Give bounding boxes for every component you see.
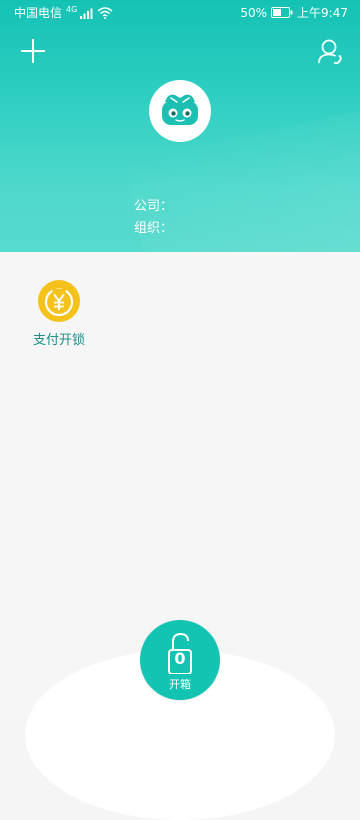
avatar xyxy=(149,80,211,142)
user-settings-icon xyxy=(318,39,342,65)
status-bar: 中国电信 4G 50% 上午9:47 xyxy=(0,0,360,24)
header: 中国电信 4G 50% 上午9:47 公司： 组织： xyxy=(0,0,360,252)
open-box-button[interactable]: 0 开箱 xyxy=(140,620,220,700)
battery-icon xyxy=(271,7,293,18)
account-info: 公司： 组织： xyxy=(134,196,173,240)
pay-unlock-label: 支付开锁 xyxy=(32,333,85,348)
network-type: 4G xyxy=(66,5,78,14)
signal-icon xyxy=(80,8,93,19)
user-profile-button[interactable] xyxy=(317,38,345,66)
add-button[interactable] xyxy=(20,38,46,64)
status-right: 50% 上午9:47 xyxy=(240,4,348,21)
yen-coin-icon xyxy=(38,280,80,322)
status-left: 中国电信 4G xyxy=(14,4,113,21)
battery-level: 50% xyxy=(240,5,268,20)
pay-unlock-button[interactable]: 支付开锁 xyxy=(26,278,92,348)
plus-icon xyxy=(21,39,45,63)
company-label: 公司： xyxy=(134,199,174,214)
wifi-icon xyxy=(97,6,113,19)
lock-value: 0 xyxy=(174,649,186,668)
carrier-name: 中国电信 xyxy=(14,6,63,20)
open-box-label: 开箱 xyxy=(169,678,191,691)
clock: 上午9:47 xyxy=(297,6,348,20)
robot-avatar-icon xyxy=(162,94,198,125)
organization-label: 组织： xyxy=(134,221,174,236)
